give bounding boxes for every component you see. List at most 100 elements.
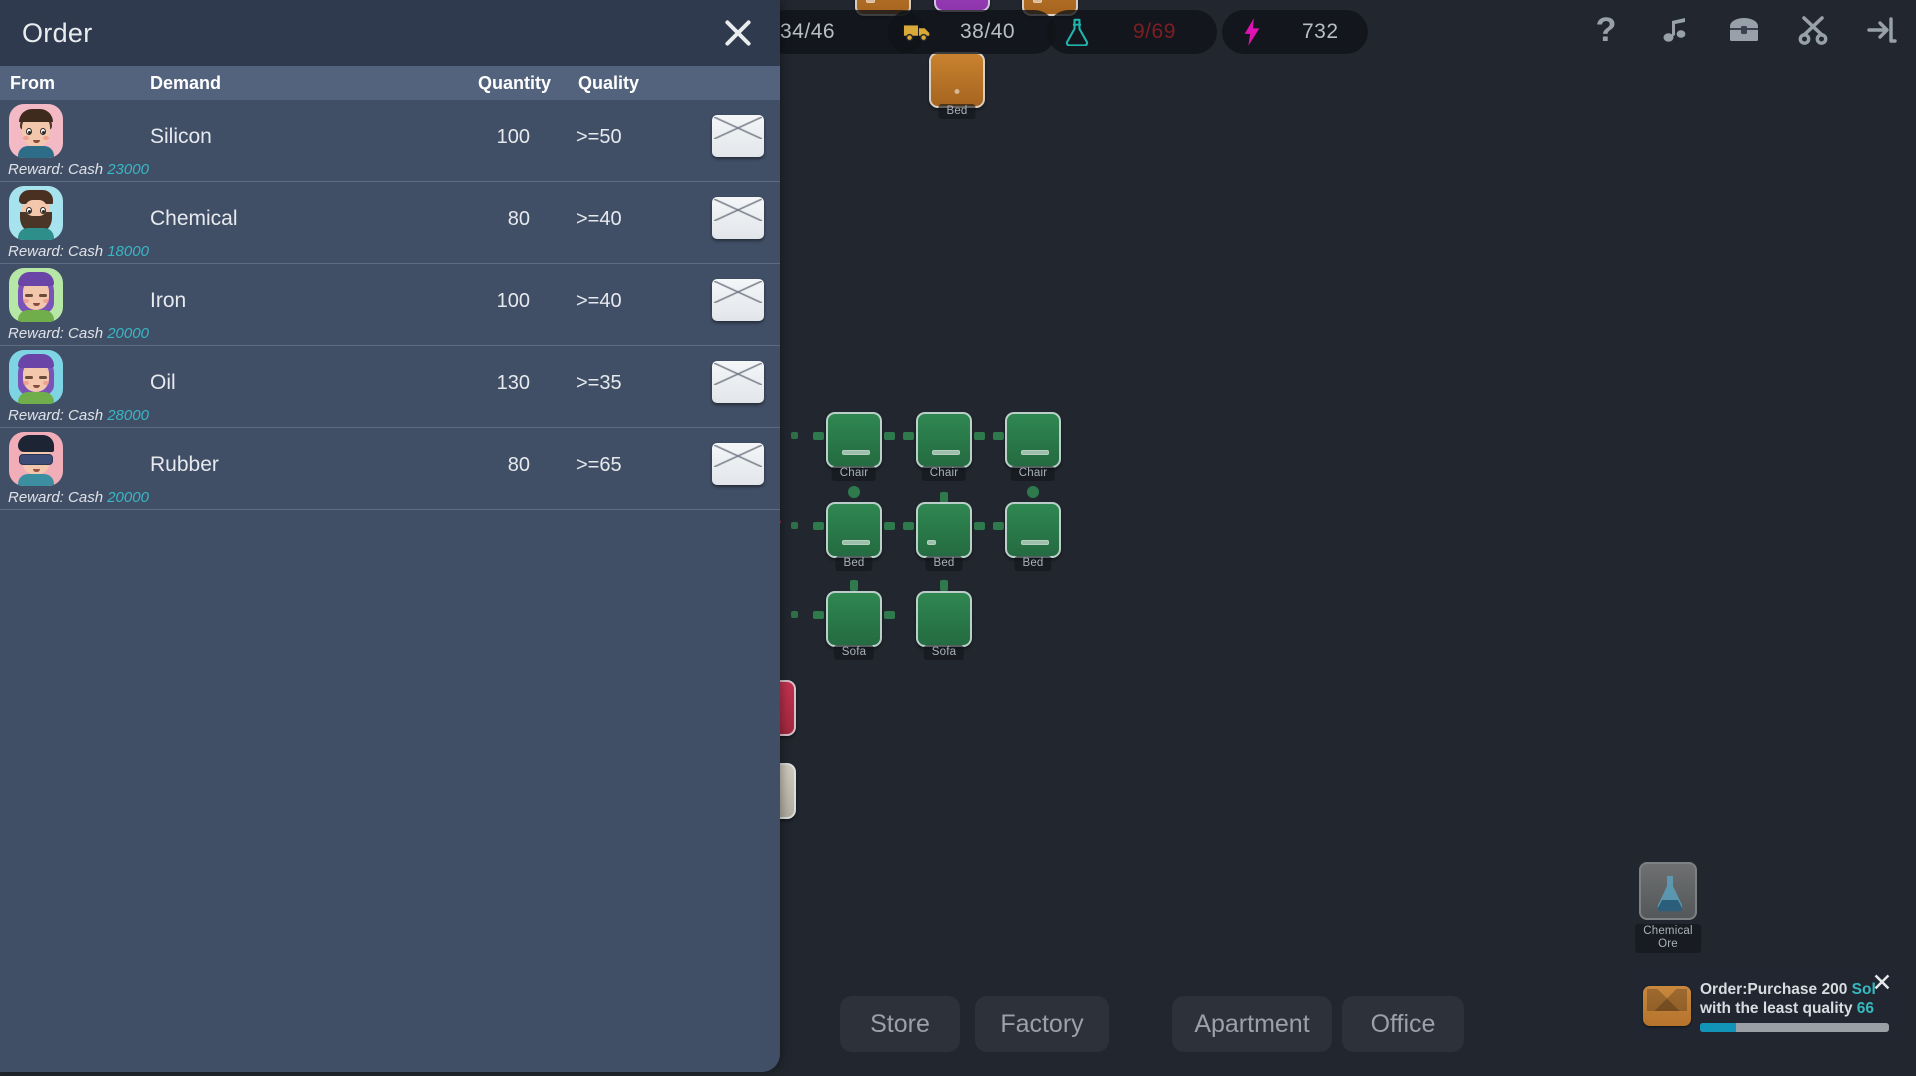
connector-knob (1027, 486, 1039, 498)
avatar (9, 104, 63, 158)
node-bed-1[interactable] (826, 502, 882, 558)
connector-nub (791, 522, 798, 529)
chemical-ore-item[interactable] (1639, 862, 1697, 920)
avatar (9, 268, 63, 322)
flask-icon (1057, 16, 1097, 48)
node-chair-3[interactable] (1005, 412, 1061, 468)
help-icon[interactable]: ? (1586, 8, 1626, 52)
nav-factory[interactable]: Factory (975, 996, 1109, 1052)
node-bed-2[interactable] (916, 502, 972, 558)
nav-apartment[interactable]: Apartment (1172, 996, 1332, 1052)
connector-nub (813, 522, 824, 530)
table-row[interactable]: Chemical 80 >=40 Reward: Cash 18000 (0, 182, 780, 264)
avatar (9, 432, 63, 486)
order-quality: >=65 (576, 454, 622, 476)
nav-office[interactable]: Office (1342, 996, 1464, 1052)
connector-nub (884, 522, 895, 530)
column-header-quantity: Quantity (478, 73, 552, 93)
order-demand: Iron (150, 289, 187, 312)
order-toast[interactable]: Order:Purchase 200 Sol with the least qu… (1633, 967, 1899, 1045)
node-bed-2-label: Bed (925, 556, 963, 571)
table-row[interactable]: Oil 130 >=35 Reward: Cash 28000 (0, 346, 780, 428)
energy-counter[interactable]: 732 (1222, 10, 1368, 54)
table-row[interactable]: Silicon 100 >=50 Reward: Cash 23000 (0, 100, 780, 182)
node-chair-3-label: Chair (1010, 466, 1056, 481)
accept-order-button[interactable] (712, 197, 764, 239)
node-chair-1-label: Chair (831, 466, 877, 481)
connector-nub (850, 580, 858, 591)
flask-icon (1657, 876, 1683, 912)
order-quality: >=40 (576, 208, 622, 230)
order-quality: >=35 (576, 372, 622, 394)
accept-order-button[interactable] (712, 361, 764, 403)
connector-nub (813, 432, 824, 440)
node-sofa-2[interactable] (916, 591, 972, 647)
toast-line-2: with the least quality 66 (1700, 1000, 1874, 1017)
node-chair-2-label: Chair (921, 466, 967, 481)
connector-nub (940, 580, 948, 591)
nav-store[interactable]: Store (840, 996, 960, 1052)
order-panel-header: Order (0, 0, 780, 66)
node-bed-top-label: Bed (938, 104, 976, 119)
chemical-ore-label: Chemical Ore (1635, 924, 1701, 953)
connector-knob (848, 486, 860, 498)
connector-nub (791, 432, 798, 439)
page-title: Order (22, 17, 93, 48)
envelope-icon (1643, 986, 1691, 1026)
music-icon[interactable] (1655, 8, 1695, 52)
order-table-header: From Demand Quantity Quality (0, 66, 780, 100)
node-chair-1[interactable] (826, 412, 882, 468)
order-reward: Reward: Cash 20000 (8, 489, 149, 506)
connector-nub (903, 522, 914, 530)
order-demand: Chemical (150, 207, 238, 230)
node-sofa-1-label: Sofa (833, 645, 875, 660)
lightning-icon (1232, 16, 1272, 48)
exit-icon[interactable] (1862, 8, 1902, 52)
logistics-counter[interactable]: 38/40 (888, 10, 1056, 54)
order-quality: >=50 (576, 126, 622, 148)
node-sofa-2-label: Sofa (923, 645, 965, 660)
table-row[interactable]: Iron 100 >=40 Reward: Cash 20000 (0, 264, 780, 346)
toast-body: Order:Purchase 200 Sol with the least qu… (1700, 980, 1889, 1032)
order-quantity: 100 (496, 290, 530, 312)
order-list: Silicon 100 >=50 Reward: Cash 23000 Chem… (0, 100, 780, 510)
toast-line-1: Order:Purchase 200 Sol (1700, 981, 1876, 998)
scissors-icon[interactable] (1793, 8, 1833, 52)
node-sofa-1[interactable] (826, 591, 882, 647)
connector-nub (884, 611, 895, 619)
order-quantity: 80 (507, 454, 530, 476)
toast-progress-bar (1700, 1023, 1889, 1032)
truck-icon (898, 16, 938, 48)
connector-nub (884, 432, 895, 440)
order-reward: Reward: Cash 23000 (8, 161, 149, 178)
close-icon[interactable] (718, 13, 758, 53)
chemical-counter[interactable]: 9/69 (1047, 10, 1217, 54)
order-reward: Reward: Cash 20000 (8, 325, 149, 342)
avatar (9, 350, 63, 404)
order-demand: Oil (150, 371, 176, 394)
accept-order-button[interactable] (712, 115, 764, 157)
game-screen: Bed Chair Chair Chair Bed Bed Bed Sofa S… (0, 0, 1916, 1076)
toast-close-button[interactable]: ✕ (1869, 971, 1895, 997)
connector-nub (974, 432, 985, 440)
node-bed-3-label: Bed (1014, 556, 1052, 571)
chest-icon[interactable] (1724, 8, 1764, 52)
accept-order-button[interactable] (712, 443, 764, 485)
accept-order-button[interactable] (712, 279, 764, 321)
connector-nub (791, 611, 798, 618)
node-bed-3[interactable] (1005, 502, 1061, 558)
top-icon-group: ? (1586, 8, 1902, 52)
table-row[interactable]: Rubber 80 >=65 Reward: Cash 20000 (0, 428, 780, 510)
order-quantity: 80 (507, 208, 530, 230)
order-quantity: 100 (496, 126, 530, 148)
node-bed-1-label: Bed (835, 556, 873, 571)
order-quantity: 130 (496, 372, 530, 394)
column-header-from: From (10, 73, 55, 93)
order-demand: Rubber (150, 453, 219, 476)
column-header-demand: Demand (150, 73, 222, 93)
node-chair-2[interactable] (916, 412, 972, 468)
connector-nub (813, 611, 824, 619)
order-reward: Reward: Cash 18000 (8, 243, 149, 260)
order-quality: >=40 (576, 290, 622, 312)
connector-nub (993, 432, 1004, 440)
